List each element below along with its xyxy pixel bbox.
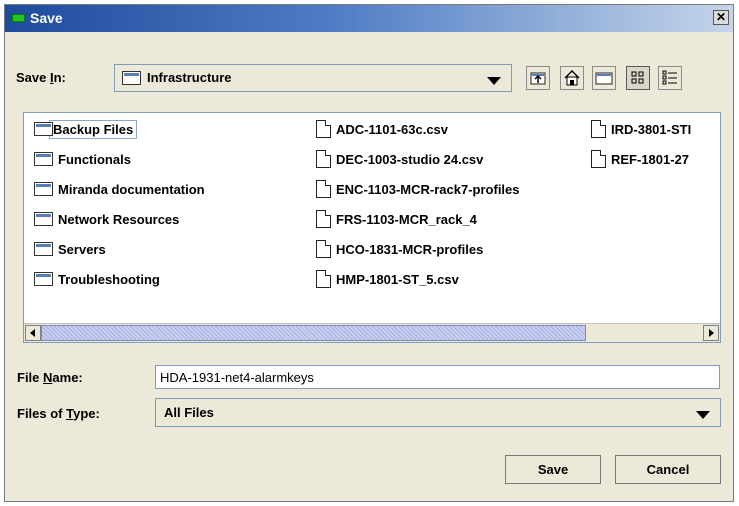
list-item-file[interactable]: REF-1801-27 [591, 149, 689, 169]
chevron-down-icon[interactable] [696, 411, 710, 419]
cancel-button[interactable]: Cancel [615, 455, 721, 484]
file-type-label: Files of Type: [17, 406, 100, 421]
new-folder-icon [595, 72, 613, 85]
list-item-file[interactable]: DEC-1003-studio 24.csv [316, 149, 483, 169]
new-folder-button[interactable] [592, 66, 616, 90]
list-view-icon [631, 71, 644, 84]
folder-icon [34, 242, 53, 256]
file-icon [591, 120, 606, 138]
list-item-file[interactable]: ENC-1103-MCR-rack7-profiles [316, 179, 520, 199]
file-icon [591, 150, 606, 168]
list-item-file[interactable]: HCO-1831-MCR-profiles [316, 239, 483, 259]
save-in-combobox[interactable]: Infrastructure [114, 64, 512, 92]
list-item-file[interactable]: FRS-1103-MCR_rack_4 [316, 209, 477, 229]
folder-icon [122, 71, 141, 85]
scrollbar-thumb[interactable] [41, 325, 586, 341]
list-item-folder[interactable]: Troubleshooting [34, 269, 160, 289]
details-view-icon [662, 70, 677, 85]
list-view-button[interactable] [626, 66, 650, 90]
file-type-value: All Files [164, 405, 214, 420]
scroll-left-button[interactable] [25, 325, 41, 341]
folder-icon [34, 122, 53, 136]
folder-icon [34, 182, 53, 196]
save-in-label: Save In: [16, 70, 66, 85]
save-button[interactable]: Save [505, 455, 601, 484]
file-icon [316, 270, 331, 288]
list-item-folder[interactable]: Miranda documentation [34, 179, 205, 199]
list-item-folder[interactable]: Network Resources [34, 209, 179, 229]
list-item-folder[interactable]: Servers [34, 239, 106, 259]
up-one-level-button[interactable] [526, 66, 550, 90]
folder-icon [34, 152, 53, 166]
chevron-down-icon[interactable] [487, 77, 501, 85]
list-item-file[interactable]: IRD-3801-STI [591, 119, 691, 139]
file-name-input[interactable]: HDA-1931-net4-alarmkeys [155, 365, 720, 389]
list-item-folder[interactable]: Backup Files [34, 119, 138, 139]
save-in-value: Infrastructure [147, 70, 232, 85]
file-type-combobox[interactable]: All Files [155, 398, 721, 427]
file-name-label: File Name: [17, 370, 83, 385]
home-icon [564, 70, 580, 86]
file-icon [316, 120, 331, 138]
file-icon [316, 240, 331, 258]
app-icon [12, 14, 25, 22]
folder-icon [34, 212, 53, 226]
dialog-title: Save [30, 10, 63, 26]
horizontal-scrollbar[interactable] [24, 323, 720, 342]
file-icon [316, 150, 331, 168]
folder-icon [34, 272, 53, 286]
details-view-button[interactable] [658, 66, 682, 90]
file-list[interactable]: Backup Files Functionals Miranda documen… [23, 112, 721, 343]
save-dialog: Save ✕ Save In: Infrastructure Backup Fi… [4, 4, 734, 502]
file-icon [316, 180, 331, 198]
close-button[interactable]: ✕ [713, 10, 729, 25]
file-icon [316, 210, 331, 228]
scroll-right-button[interactable] [703, 325, 719, 341]
title-bar[interactable]: Save ✕ [5, 5, 733, 32]
up-one-level-icon [530, 72, 546, 85]
list-item-folder[interactable]: Functionals [34, 149, 131, 169]
list-item-file[interactable]: HMP-1801-ST_5.csv [316, 269, 459, 289]
list-item-file[interactable]: ADC-1101-63c.csv [316, 119, 448, 139]
home-button[interactable] [560, 66, 584, 90]
